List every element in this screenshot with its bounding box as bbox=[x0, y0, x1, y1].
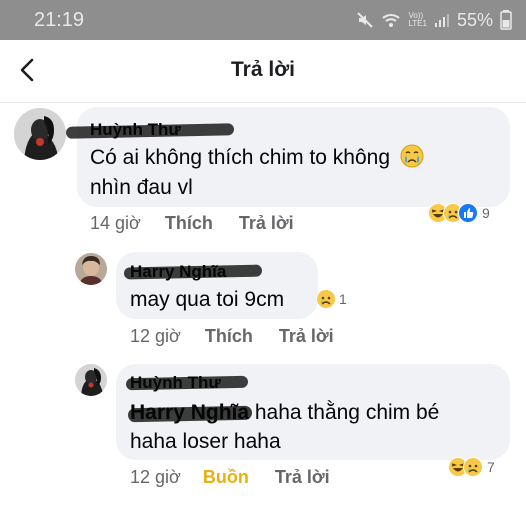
reply-text: haha thằng chim bé bbox=[249, 401, 440, 424]
avatar-image bbox=[14, 108, 66, 160]
page-title: Trả lời bbox=[231, 58, 295, 81]
reply-button[interactable]: Trả lời bbox=[279, 326, 334, 347]
status-bar: 21:19 Vo)) LTE1 55% bbox=[0, 0, 526, 40]
comment-reaction-count: 9 bbox=[482, 205, 490, 221]
header: Trả lời bbox=[0, 40, 526, 103]
reply-author[interactable]: Harry Nghĩa bbox=[130, 262, 226, 282]
sad-emoji-icon bbox=[463, 457, 483, 477]
comment-actions: 14 giờ Thích Trả lời bbox=[90, 213, 294, 234]
like-button[interactable]: Thích bbox=[165, 213, 213, 234]
comment-text-line2: nhìn đau vl bbox=[90, 176, 193, 199]
mute-icon bbox=[357, 12, 374, 28]
comment-time: 14 giờ bbox=[90, 213, 141, 233]
avatar-image bbox=[75, 364, 107, 396]
wifi-icon bbox=[382, 14, 401, 27]
battery-icon bbox=[500, 10, 512, 30]
status-time: 21:19 bbox=[34, 9, 85, 31]
reply-text-line1: Harry Nghĩa haha thằng chim bé bbox=[130, 398, 439, 428]
reply-time: 12 giờ bbox=[130, 326, 181, 346]
avatar[interactable] bbox=[75, 364, 107, 396]
reply-actions: 12 giờ Buồn Trả lời bbox=[130, 467, 330, 488]
reply-actions: 12 giờ Thích Trả lời bbox=[130, 326, 334, 347]
avatar[interactable] bbox=[75, 253, 107, 285]
mention-link[interactable]: Harry Nghĩa bbox=[130, 401, 249, 424]
signal-icon bbox=[434, 14, 449, 27]
reply-button[interactable]: Trả lời bbox=[275, 467, 330, 488]
avatar[interactable] bbox=[14, 108, 66, 160]
reply-reactions[interactable]: 1 bbox=[316, 289, 347, 309]
avatar-image bbox=[75, 253, 107, 285]
like-button[interactable]: Thích bbox=[205, 326, 253, 347]
reply-text: may qua toi 9cm bbox=[130, 288, 285, 311]
like-reaction-icon bbox=[458, 203, 478, 223]
comment-text-line1: Có ai không thích chim to không bbox=[90, 143, 424, 173]
reply-text-line2: haha loser haha bbox=[130, 430, 281, 453]
network-label: Vo)) LTE1 bbox=[408, 11, 427, 28]
battery-percent: 55% bbox=[456, 9, 493, 30]
sad-emoji-icon bbox=[316, 289, 336, 309]
reply-reaction-count: 1 bbox=[339, 291, 347, 307]
comment-reactions[interactable]: 9 bbox=[428, 203, 490, 223]
status-icons: Vo)) LTE1 55% bbox=[356, 9, 512, 31]
sad-reaction-button[interactable]: Buồn bbox=[203, 467, 249, 488]
crying-emoji-icon bbox=[400, 144, 424, 168]
comment-text: Có ai không thích chim to không bbox=[90, 146, 391, 169]
reply-reactions[interactable]: 7 bbox=[448, 457, 495, 477]
reply-reaction-count: 7 bbox=[487, 459, 495, 475]
comment-author[interactable]: Huỳnh Thư bbox=[90, 120, 181, 140]
reply-time: 12 giờ bbox=[130, 467, 181, 487]
reply-author[interactable]: Huỳnh Thư bbox=[130, 373, 221, 393]
reply-button[interactable]: Trả lời bbox=[239, 213, 294, 234]
